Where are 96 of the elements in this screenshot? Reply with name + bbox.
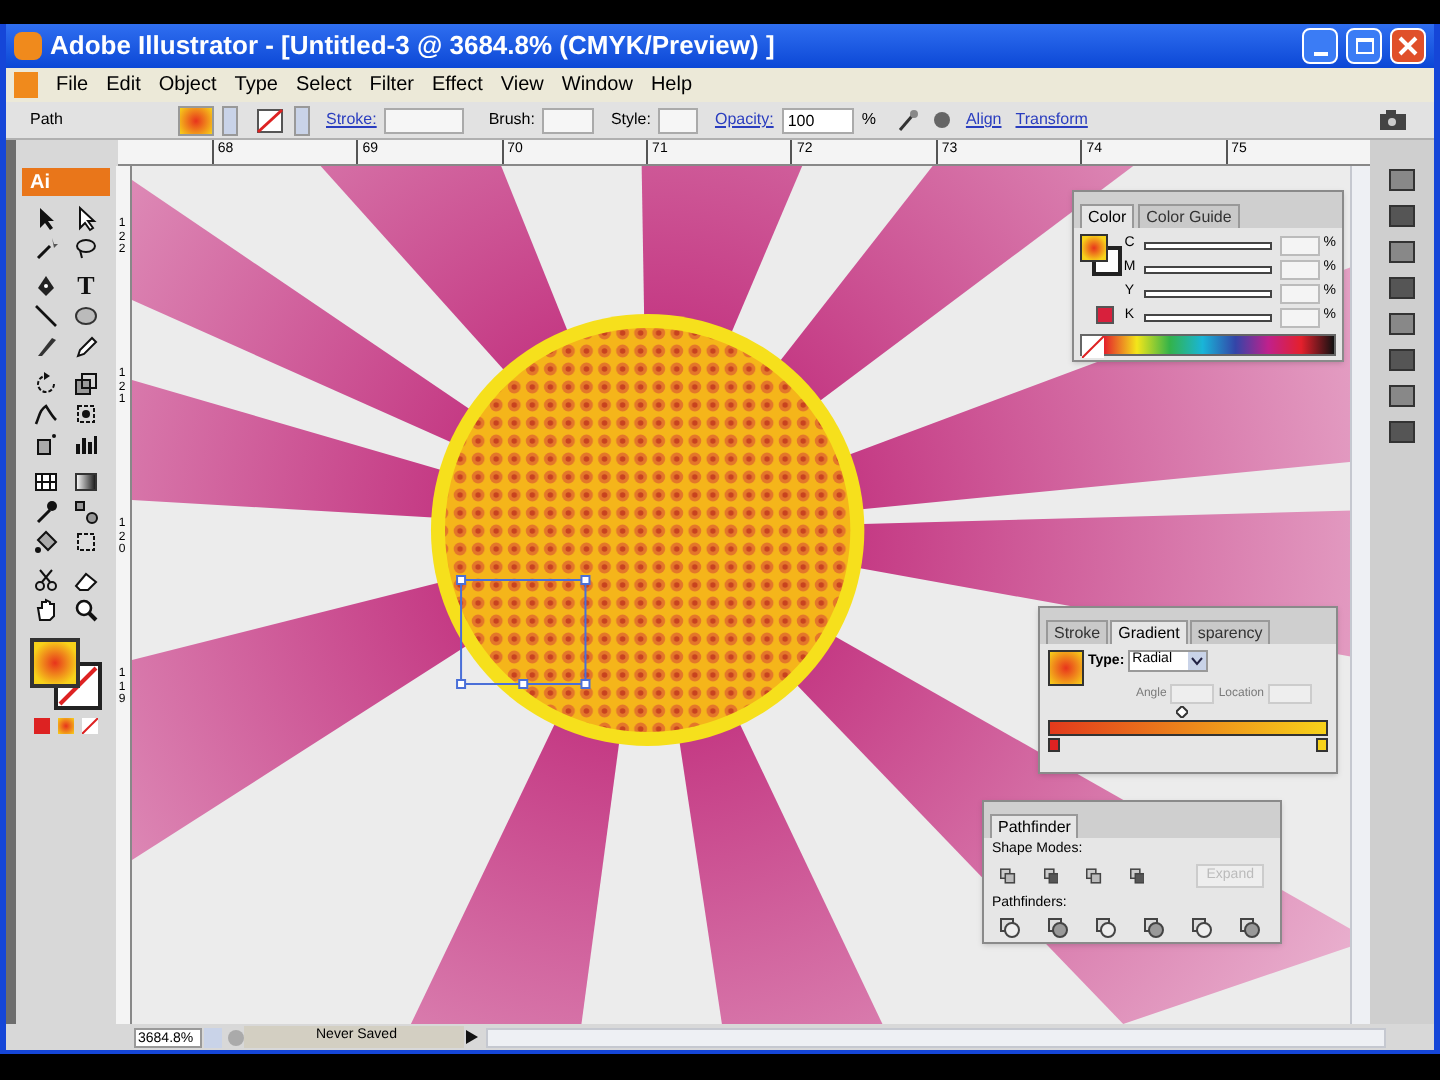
none-mode-icon[interactable] [82,718,98,734]
app-icon [14,32,42,60]
opacity-link[interactable]: Opacity: [714,108,774,132]
panel-tab[interactable]: Color [1080,204,1135,228]
gradient-ramp[interactable] [1048,720,1328,736]
stroke-weight-field[interactable] [384,107,465,133]
channel-track[interactable] [1143,241,1272,249]
panel-tab[interactable]: Pathfinder [990,814,1079,838]
type-tool[interactable]: T [72,272,100,300]
color-stop[interactable] [1048,738,1060,752]
panel-link[interactable]: Align [965,108,1002,132]
percent-label: % [861,108,876,132]
selection-box[interactable] [456,575,591,689]
wand-icon[interactable] [895,108,920,132]
horizontal-scrollbar[interactable] [486,1027,1386,1047]
rotate-icon[interactable] [32,370,60,398]
zoom-icon[interactable] [72,596,100,624]
hand-icon[interactable] [32,596,60,624]
style-label: Style: [610,108,651,132]
gradient-icon[interactable] [72,468,100,496]
scissors-icon[interactable] [32,566,60,594]
menu-item[interactable]: Help [642,70,701,100]
maximize-button[interactable] [1346,28,1382,64]
caret-icon[interactable] [1188,652,1207,670]
slice-icon[interactable] [72,528,100,556]
color-spectrum[interactable] [1104,336,1334,354]
close-icon [1398,36,1418,56]
blend-icon[interactable] [72,498,100,526]
pathfinder-icon[interactable] [1000,917,1020,937]
menu-item[interactable]: View [492,70,552,100]
paint-bucket-icon[interactable] [32,528,60,556]
color-stop[interactable] [1316,738,1328,752]
menu-item[interactable]: File [48,70,97,100]
menu-item[interactable]: Window [553,70,641,100]
free-transform-icon[interactable] [72,400,100,428]
fill-stroke-swatches[interactable] [1080,234,1122,276]
channel-field[interactable] [1279,259,1320,279]
panel-tab[interactable]: Gradient [1110,620,1188,644]
shape-mode-icon[interactable] [1086,865,1102,886]
panel-tab[interactable]: sparency [1189,620,1271,644]
magic-wand-icon[interactable] [32,234,60,262]
shape-mode-icon[interactable] [1129,865,1145,886]
none-swatch-icon[interactable] [1082,336,1104,358]
lasso-icon[interactable] [72,234,100,262]
app-logo: Ai [22,168,110,196]
opacity-field[interactable]: 100 [781,107,854,133]
close-button[interactable] [1390,28,1426,64]
shape-mode-icon[interactable] [1043,865,1059,886]
minimize-button[interactable] [1302,28,1338,64]
vertical-scrollbar[interactable] [1350,166,1370,1024]
menu-item[interactable]: Edit [98,70,149,100]
fill-swatch[interactable] [178,105,214,135]
panel-tab[interactable]: Stroke [1046,620,1109,644]
line-icon[interactable] [32,302,60,330]
window-title: Adobe Illustrator - [Untitled-3 @ 3684.8% (CMYK/Preview) ] [50,28,777,65]
channel-field[interactable] [1279,283,1320,303]
pen-icon[interactable] [32,272,60,300]
pathfinder-icon[interactable] [1240,917,1260,937]
shape-mode-icon[interactable] [1000,865,1016,886]
camera-icon[interactable] [1378,108,1410,132]
stroke-link[interactable]: Stroke: [326,108,377,132]
eyedropper-icon[interactable] [32,498,60,526]
channel-track[interactable] [1143,289,1272,297]
pencil-icon[interactable] [72,332,100,360]
channel-field[interactable] [1279,307,1320,327]
menu-item[interactable]: Object [150,70,225,100]
scale-icon[interactable] [72,370,100,398]
no-stroke-icon[interactable] [254,105,286,135]
pathfinder-icon[interactable] [1048,917,1068,937]
fill-stroke-swatches[interactable] [30,638,102,710]
color-swatch[interactable] [1096,306,1114,324]
globe-icon [228,1029,244,1045]
menu-item[interactable]: Type [226,70,286,100]
channel-field[interactable] [1279,235,1320,255]
menu-item[interactable]: Effect [423,70,491,100]
channel-track[interactable] [1143,313,1272,321]
document-icon [14,72,38,98]
input-field[interactable] [1268,684,1312,704]
bar-graph-icon[interactable] [72,430,100,458]
color-mode-icon[interactable] [34,718,50,734]
mesh-icon[interactable] [32,468,60,496]
selection-type-label: Path [30,108,65,132]
gradient-swatch[interactable] [1048,650,1084,686]
channel-track[interactable] [1143,265,1272,273]
menu-item[interactable]: Filter [361,70,422,100]
input-field[interactable] [1170,684,1215,704]
pathfinder-icon[interactable] [1096,917,1116,937]
pathfinder-icon[interactable] [1192,917,1212,937]
ellipse-icon[interactable] [72,302,100,330]
spray-icon[interactable] [32,430,60,458]
pathfinder-icon[interactable] [1144,917,1164,937]
panel-link[interactable]: Transform [1015,108,1088,132]
panel-tab[interactable]: Color Guide [1138,204,1240,228]
warp-icon[interactable] [32,400,60,428]
menu-item[interactable]: Select [287,70,360,100]
brush-label: Brush: [488,108,535,132]
